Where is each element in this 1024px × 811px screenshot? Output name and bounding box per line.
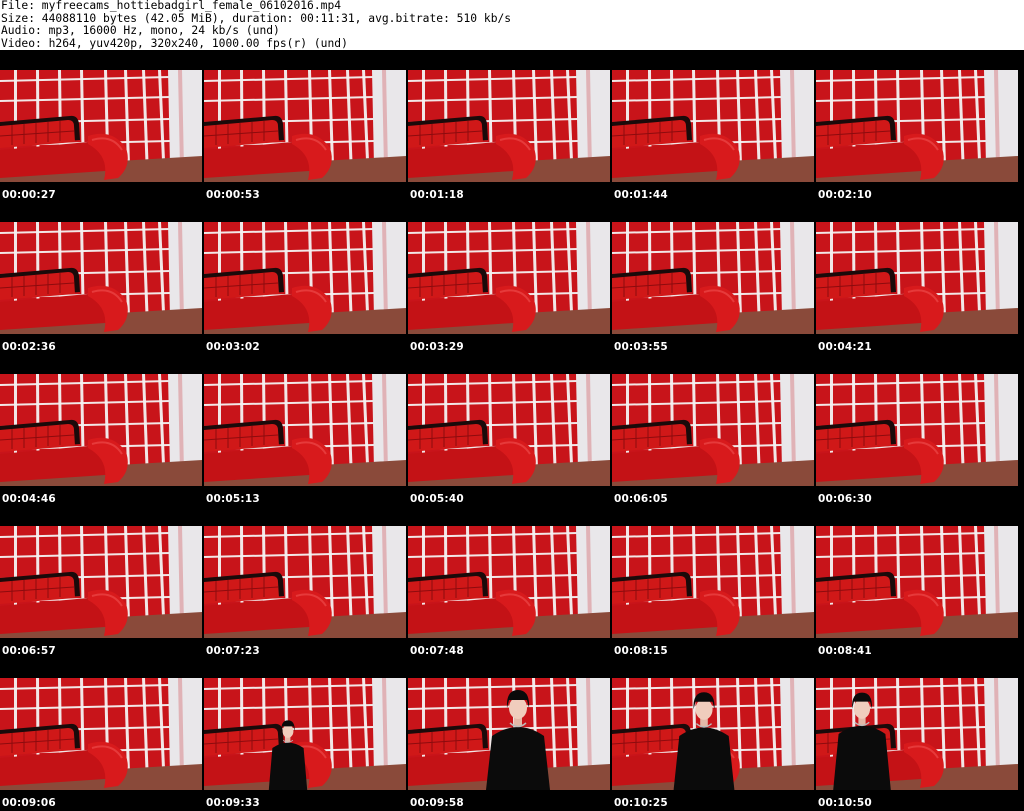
frame-timestamp: 00:03:55 bbox=[614, 341, 668, 353]
video-frame-thumbnail bbox=[612, 70, 814, 182]
frame-timestamp: 00:00:27 bbox=[2, 189, 56, 201]
frame-timestamp: 00:09:06 bbox=[2, 797, 56, 809]
thumbnail-cell: 00:02:10 bbox=[816, 50, 1018, 202]
video-frame-thumbnail bbox=[816, 374, 1018, 486]
thumbnail-cell: 00:09:58 bbox=[408, 658, 610, 810]
thumbnail-cell: 00:03:29 bbox=[408, 202, 610, 354]
frame-timestamp: 00:01:44 bbox=[614, 189, 668, 201]
video-frame-thumbnail bbox=[408, 222, 610, 334]
frame-timestamp: 00:02:36 bbox=[2, 341, 56, 353]
frame-timestamp: 00:07:23 bbox=[206, 645, 260, 657]
video-frame-thumbnail bbox=[408, 374, 610, 486]
video-frame-thumbnail bbox=[816, 678, 1018, 790]
frame-timestamp: 00:01:18 bbox=[410, 189, 464, 201]
frame-timestamp: 00:00:53 bbox=[206, 189, 260, 201]
frame-timestamp: 00:04:46 bbox=[2, 493, 56, 505]
thumbnail-cell: 00:01:44 bbox=[612, 50, 814, 202]
frame-timestamp: 00:04:21 bbox=[818, 341, 872, 353]
video-frame-thumbnail bbox=[612, 678, 814, 790]
video-frame-thumbnail bbox=[612, 526, 814, 638]
frame-timestamp: 00:07:48 bbox=[410, 645, 464, 657]
thumbnail-cell: 00:03:55 bbox=[612, 202, 814, 354]
thumbnail-cell: 00:00:27 bbox=[0, 50, 202, 202]
file-info-header: File: myfreecams_hottiebadgirl_female_06… bbox=[0, 0, 1024, 50]
frame-timestamp: 00:10:25 bbox=[614, 797, 668, 809]
thumbnail-cell: 00:04:46 bbox=[0, 354, 202, 506]
video-frame-thumbnail bbox=[816, 70, 1018, 182]
thumbnail-cell: 00:08:15 bbox=[612, 506, 814, 658]
video-frame-thumbnail bbox=[408, 526, 610, 638]
frame-timestamp: 00:08:41 bbox=[818, 645, 872, 657]
video-frame-thumbnail bbox=[816, 222, 1018, 334]
frame-timestamp: 00:06:05 bbox=[614, 493, 668, 505]
video-frame-thumbnail bbox=[408, 70, 610, 182]
frame-timestamp: 00:06:30 bbox=[818, 493, 872, 505]
thumbnail-cell: 00:06:30 bbox=[816, 354, 1018, 506]
video-frame-thumbnail bbox=[204, 222, 406, 334]
thumbnail-cell: 00:09:33 bbox=[204, 658, 406, 810]
video-frame-thumbnail bbox=[816, 526, 1018, 638]
thumbnail-cell: 00:01:18 bbox=[408, 50, 610, 202]
thumbnail-cell: 00:03:02 bbox=[204, 202, 406, 354]
thumbnail-grid: 00:00:27 00:00:53 00:01:18 00:01:44 00:02:10… bbox=[0, 50, 1024, 811]
frame-timestamp: 00:02:10 bbox=[818, 189, 872, 201]
thumbnail-cell: 00:06:57 bbox=[0, 506, 202, 658]
frame-timestamp: 00:09:33 bbox=[206, 797, 260, 809]
video-frame-thumbnail bbox=[0, 678, 202, 790]
thumbnail-cell: 00:10:50 bbox=[816, 658, 1018, 810]
thumbnail-cell: 00:10:25 bbox=[612, 658, 814, 810]
thumbnail-cell: 00:09:06 bbox=[0, 658, 202, 810]
thumbnail-cell: 00:05:40 bbox=[408, 354, 610, 506]
video-info-line: Video: h264, yuv420p, 320x240, 1000.00 f… bbox=[1, 36, 348, 50]
thumbnail-cell: 00:08:41 bbox=[816, 506, 1018, 658]
thumbnail-cell: 00:00:53 bbox=[204, 50, 406, 202]
video-frame-thumbnail bbox=[204, 526, 406, 638]
video-frame-thumbnail bbox=[0, 222, 202, 334]
thumbnail-cell: 00:06:05 bbox=[612, 354, 814, 506]
video-frame-thumbnail bbox=[0, 526, 202, 638]
video-frame-thumbnail bbox=[612, 374, 814, 486]
thumbnail-cell: 00:07:23 bbox=[204, 506, 406, 658]
video-frame-thumbnail bbox=[204, 374, 406, 486]
file-name-line: File: myfreecams_hottiebadgirl_female_06… bbox=[1, 0, 342, 12]
video-frame-thumbnail bbox=[408, 678, 610, 790]
thumbnail-cell: 00:05:13 bbox=[204, 354, 406, 506]
frame-timestamp: 00:09:58 bbox=[410, 797, 464, 809]
video-frame-thumbnail bbox=[204, 678, 406, 790]
thumbnail-cell: 00:07:48 bbox=[408, 506, 610, 658]
thumbnail-cell: 00:02:36 bbox=[0, 202, 202, 354]
frame-timestamp: 00:08:15 bbox=[614, 645, 668, 657]
video-frame-thumbnail bbox=[204, 70, 406, 182]
video-frame-thumbnail bbox=[612, 222, 814, 334]
frame-timestamp: 00:05:13 bbox=[206, 493, 260, 505]
video-frame-thumbnail bbox=[0, 70, 202, 182]
thumbnail-cell: 00:04:21 bbox=[816, 202, 1018, 354]
video-frame-thumbnail bbox=[0, 374, 202, 486]
frame-timestamp: 00:03:29 bbox=[410, 341, 464, 353]
frame-timestamp: 00:03:02 bbox=[206, 341, 260, 353]
frame-timestamp: 00:06:57 bbox=[2, 645, 56, 657]
frame-timestamp: 00:10:50 bbox=[818, 797, 872, 809]
frame-timestamp: 00:05:40 bbox=[410, 493, 464, 505]
audio-info-line: Audio: mp3, 16000 Hz, mono, 24 kb/s (und… bbox=[1, 24, 280, 37]
